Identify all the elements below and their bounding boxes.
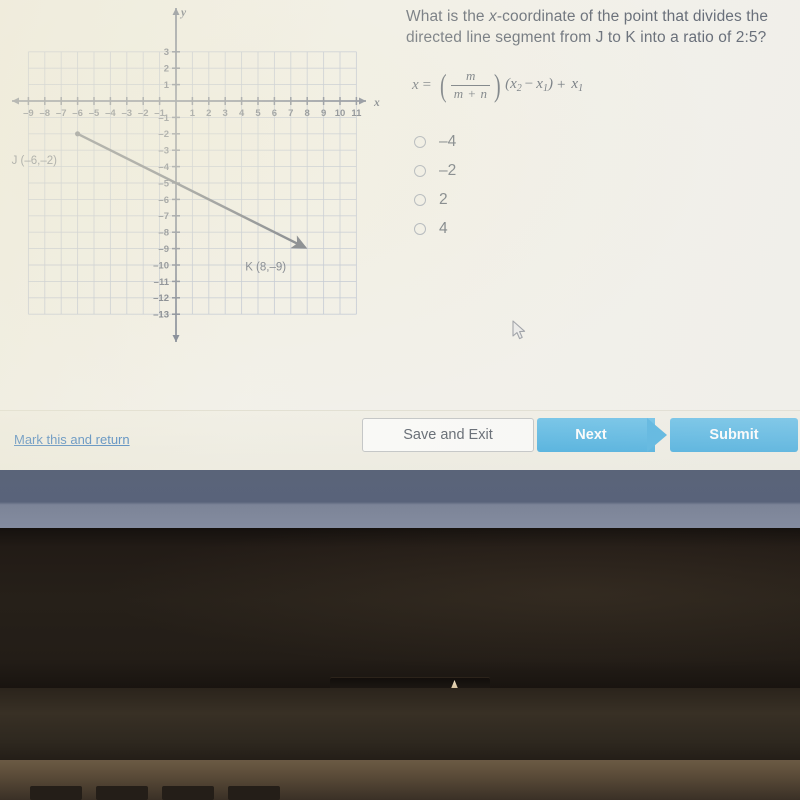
- factor-x2-subscript: 2: [516, 83, 522, 94]
- formula-factor: (x2− x1): [505, 76, 553, 94]
- question-italic-x: x: [489, 8, 497, 25]
- x-tick-label: –4: [105, 108, 116, 119]
- factor-x2: x: [510, 76, 517, 92]
- formula-close-paren: ): [494, 67, 502, 103]
- y-tick-label: –8: [158, 228, 169, 239]
- tail-x1-subscript: 1: [578, 83, 584, 94]
- formula-lhs: x: [412, 76, 419, 93]
- coordinate-plane-figure: –9 –8 –7 –6 –5 –4 –3 –2 –1 1 2 3 4 5 6 7 8 9 10 11 3 2 1 –1 –2 –3…: [0, 0, 400, 350]
- question-prompt: What is the x-coordinate of the point th…: [406, 6, 796, 48]
- factor-close-paren: ): [547, 76, 553, 92]
- y-axis-label: y: [179, 7, 187, 19]
- point-labels: J (–6,–2) K (8,–9): [12, 155, 287, 274]
- action-bar: Mark this and return Save and Exit Next …: [0, 410, 800, 470]
- fraction-denominator: m + n: [453, 85, 488, 101]
- y-tick-label: –2: [158, 129, 169, 140]
- bezel-light-reflection: [0, 528, 800, 688]
- formula-equals: =: [422, 76, 432, 93]
- y-tick-label: –3: [158, 146, 169, 157]
- keyboard-key: [228, 786, 280, 800]
- factor-minus: −: [524, 76, 534, 92]
- x-tick-label: –7: [56, 108, 67, 119]
- mark-this-and-return-link[interactable]: Mark this and return: [14, 432, 130, 447]
- question-line2: directed line segment from J to K into a…: [406, 29, 767, 46]
- x-tick-label: –2: [138, 108, 149, 119]
- axes: [12, 8, 366, 342]
- graph-svg: –9 –8 –7 –6 –5 –4 –3 –2 –1 1 2 3 4 5 6 7 8 9 10 11321–1–2–3…: [12, 7, 380, 342]
- radio-button-icon[interactable]: [414, 222, 426, 235]
- question-line1-part1: What is the: [406, 8, 490, 25]
- directed-segment: [75, 131, 308, 249]
- laptop-screen-bezel: [0, 528, 800, 688]
- formula-tail-term: x1: [571, 76, 583, 94]
- quiz-screen: –9 –8 –7 –6 –5 –4 –3 –2 –1 1 2 3 4 5 6 7 8 9 10 11 3 2 1 –1 –2 –3…: [0, 0, 800, 470]
- x-tick-label: 6: [272, 108, 277, 119]
- x-tick-label: –6: [72, 108, 83, 119]
- y-tick-label: –6: [158, 195, 169, 206]
- x-tick-label: 3: [223, 108, 228, 119]
- save-and-exit-button[interactable]: Save and Exit: [362, 418, 534, 452]
- keyboard-key: [162, 786, 214, 800]
- y-tick-label: –4: [158, 162, 169, 173]
- x-tick-label: –5: [89, 108, 100, 119]
- point-label-k: K (8,–9): [245, 262, 286, 274]
- x-axis-label: x: [373, 97, 380, 109]
- keyboard-key: [96, 786, 148, 800]
- x-tick-label: 11: [351, 108, 362, 119]
- y-tick-label: –10: [153, 260, 169, 271]
- answer-choice-label: 2: [439, 190, 448, 208]
- formula-open-paren: (: [440, 67, 447, 103]
- laptop-photo: –9 –8 –7 –6 –5 –4 –3 –2 –1 1 2 3 4 5 6 7 8 9 10 11 3 2 1 –1 –2 –3…: [0, 0, 800, 800]
- y-tick-label: –1: [158, 113, 169, 124]
- x-tick-label: –8: [40, 108, 51, 119]
- answer-choice-2[interactable]: –2: [414, 157, 796, 184]
- keyboard-key: [30, 786, 82, 800]
- formula-plus: +: [556, 76, 566, 93]
- y-tick-label: –9: [158, 244, 169, 255]
- fraction-numerator: m: [465, 67, 476, 83]
- desk-background: [0, 470, 800, 528]
- answer-choice-label: –4: [439, 132, 457, 150]
- answer-choice-label: –2: [439, 161, 457, 179]
- y-tick-label: 1: [164, 80, 170, 91]
- question-line1-part2: -coordinate of the point that divides th…: [496, 8, 769, 25]
- answer-choice-1[interactable]: –4: [414, 128, 796, 155]
- x-tick-label: 1: [190, 108, 196, 119]
- x-tick-label: 10: [335, 108, 346, 119]
- laptop-hinge: [0, 688, 800, 760]
- x-tick-label: 5: [255, 108, 261, 119]
- question-column: What is the x-coordinate of the point th…: [406, 6, 796, 244]
- factor-x1: x: [536, 76, 543, 92]
- answer-choices: –4 –2 2 4: [414, 128, 796, 242]
- radio-button-icon[interactable]: [414, 164, 426, 177]
- answer-choice-label: 4: [439, 219, 448, 237]
- submit-button[interactable]: Submit: [670, 418, 798, 452]
- mouse-cursor: [512, 320, 526, 340]
- x-tick-label: 2: [206, 108, 211, 119]
- y-tick-label: 3: [164, 47, 169, 58]
- x-tick-label: 4: [239, 108, 245, 119]
- next-button[interactable]: Next: [537, 418, 667, 452]
- y-tick-label: –12: [153, 293, 169, 304]
- y-tick-label: –7: [158, 211, 169, 222]
- formula-fraction: m m + n: [449, 67, 493, 101]
- radio-button-icon[interactable]: [414, 193, 426, 206]
- section-formula: x = ( m m + n ) (x2− x1) + x1: [412, 68, 796, 102]
- x-tick-label: 7: [288, 108, 293, 119]
- y-tick-label: –11: [154, 277, 170, 288]
- grid-lines: [27, 51, 357, 315]
- x-tick-label: –9: [23, 108, 34, 119]
- point-label-j: J (–6,–2): [12, 155, 58, 167]
- answer-choice-3[interactable]: 2: [414, 186, 796, 213]
- x-tick-label: –3: [122, 108, 133, 119]
- radio-button-icon[interactable]: [414, 135, 426, 148]
- x-tick-label: 8: [305, 108, 310, 119]
- answer-choice-4[interactable]: 4: [414, 215, 796, 242]
- y-tick-label: –13: [153, 310, 169, 321]
- x-tick-label: 9: [321, 108, 326, 119]
- y-tick-label: 2: [164, 64, 169, 75]
